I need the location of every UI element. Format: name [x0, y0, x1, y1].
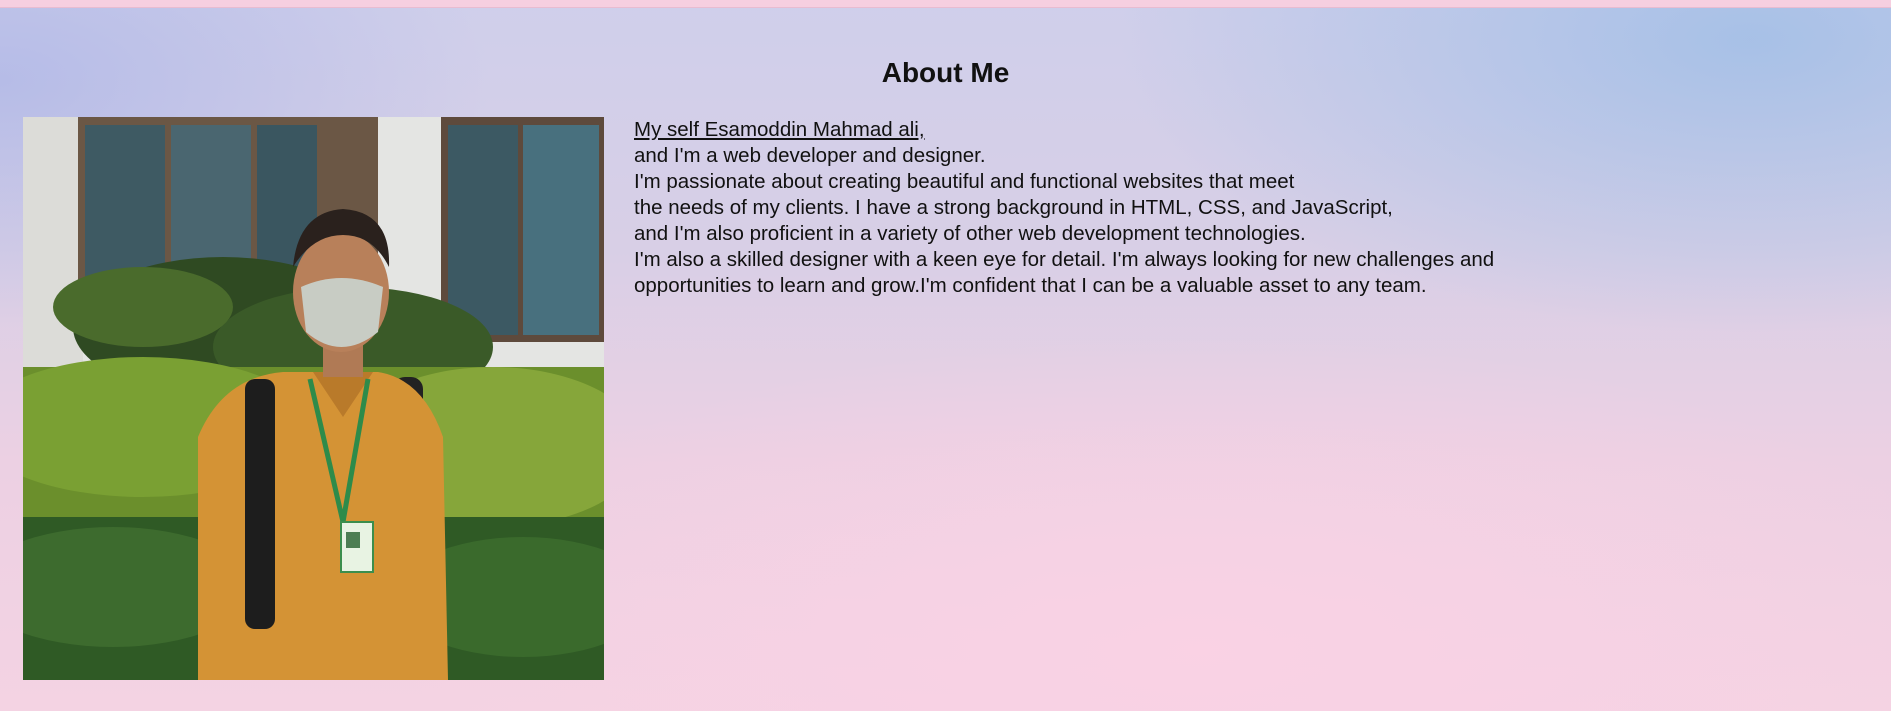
bio-line: the needs of my clients. I have a strong…	[634, 196, 1393, 219]
bio-line: opportunities to learn and grow.I'm conf…	[634, 274, 1427, 297]
bio-text: My self Esamoddin Mahmad ali, and I'm a …	[634, 117, 1494, 299]
name-link[interactable]: My self Esamoddin Mahmad ali,	[634, 117, 1494, 143]
bio-line: I'm passionate about creating beautiful …	[634, 170, 1295, 193]
profile-photo	[23, 117, 604, 680]
bio-line: and I'm a web developer and designer.	[634, 144, 986, 167]
page-title: About Me	[881, 57, 1010, 88]
bio-line: and I'm also proficient in a variety of …	[634, 222, 1306, 245]
top-strip	[0, 0, 1891, 8]
bio-line: I'm also a skilled designer with a keen …	[634, 248, 1495, 271]
